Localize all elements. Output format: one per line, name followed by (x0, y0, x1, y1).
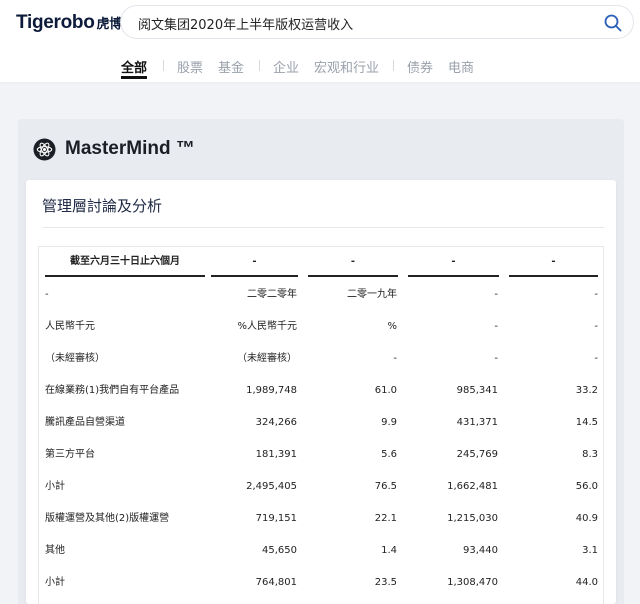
search-icon[interactable] (603, 13, 623, 33)
tab-ecommerce[interactable]: 电商 (448, 57, 474, 76)
tab-macro-industry[interactable]: 宏观和行业 (314, 57, 379, 76)
financial-table: 截至六月三十日止六個月 - - - - - 二零二零年 二零一九年 - - 人民… (38, 246, 604, 604)
table-cell: 1,308,470 (447, 577, 498, 588)
table-cell: 二零一九年 (347, 289, 397, 300)
table-cell: - (494, 353, 498, 364)
table-cell: 8.3 (582, 449, 598, 460)
tab-funds[interactable]: 基金 (218, 57, 244, 76)
table-cell: 44.0 (575, 577, 598, 588)
table-cell: 985,341 (456, 385, 498, 396)
table-cell: 5.6 (381, 449, 397, 460)
active-tab-indicator (121, 76, 147, 79)
table-cell: 764,801 (255, 577, 297, 588)
table-cell: - (594, 321, 598, 332)
tab-divider (393, 60, 394, 71)
brand-name: Tigerobo (16, 12, 95, 33)
search-input[interactable]: 阅文集团2020年上半年版权运营收入 (120, 5, 634, 39)
table-cell: 93,440 (463, 545, 498, 556)
table-cell: 431,371 (456, 417, 498, 428)
table-header: - (408, 247, 499, 277)
tab-bonds[interactable]: 债券 (407, 57, 433, 76)
table-cell: 719,151 (255, 513, 297, 524)
table-cell: 22.1 (374, 513, 397, 524)
table-cell: - (594, 289, 598, 300)
tab-stocks[interactable]: 股票 (177, 57, 203, 76)
table-cell: - (393, 353, 397, 364)
table-header: - (211, 247, 298, 277)
table-cell: 14.5 (575, 417, 598, 428)
table-cell: 其他 (45, 545, 65, 556)
table-header: - (308, 247, 398, 277)
table-cell: （未經審核） (237, 353, 297, 364)
result-panel: 管理層討論及分析 截至六月三十日止六個月 - - - - - 二零二零年 二零一… (26, 180, 616, 604)
top-header: Tigerobo 虎博 阅文集团2020年上半年版权运营收入 全部 股票 基金 企… (0, 0, 640, 82)
table-cell: %人民幣千元 (237, 321, 297, 332)
table-cell: - (494, 289, 498, 300)
table-cell: 56.0 (575, 481, 598, 492)
table-cell: 40.9 (575, 513, 598, 524)
table-cell: 9.9 (381, 417, 397, 428)
table-cell: 版權運營及其他(2)版權運營 (45, 513, 170, 524)
table-cell: 人民幣千元 (45, 321, 95, 332)
mastermind-card: MasterMind ™ 管理層討論及分析 截至六月三十日止六個月 - - - … (18, 119, 624, 604)
table-cell: （未經審核） (45, 353, 105, 364)
search-query[interactable]: 阅文集团2020年上半年版权运营收入 (138, 14, 353, 33)
brand-logo[interactable]: Tigerobo 虎博 (16, 12, 122, 34)
table-cell: 33.2 (575, 385, 598, 396)
table-cell: - (45, 289, 49, 300)
table-cell: % (387, 321, 397, 332)
table-header: - (509, 247, 598, 277)
atom-icon (33, 138, 56, 161)
table-cell: 3.1 (582, 545, 598, 556)
table-cell: 61.0 (374, 385, 397, 396)
table-cell: 2,495,405 (246, 481, 297, 492)
section-title: 管理層討論及分析 (42, 197, 163, 215)
tab-divider (259, 60, 260, 71)
table-cell: 騰訊產品自營渠道 (45, 417, 125, 428)
table-cell: 小計 (45, 577, 65, 588)
table-cell: 45,650 (262, 545, 297, 556)
brand-name-cn: 虎博 (96, 17, 123, 32)
table-cell: 二零二零年 (247, 289, 297, 300)
table-cell: 1,662,481 (447, 481, 498, 492)
table-cell: 1,215,030 (447, 513, 498, 524)
table-cell: 245,769 (456, 449, 498, 460)
table-header: 截至六月三十日止六個月 (45, 247, 205, 277)
table-cell: - (594, 353, 598, 364)
table-cell: - (494, 321, 498, 332)
mastermind-title: MasterMind ™ (65, 138, 195, 159)
table-cell: 76.5 (374, 481, 397, 492)
table-cell: 324,266 (255, 417, 297, 428)
table-cell: 在線業務(1)我們自有平台產品 (45, 385, 180, 396)
table-cell: 181,391 (255, 449, 297, 460)
section-divider (42, 227, 604, 228)
category-tabs: 全部 股票 基金 企业 宏观和行业 债券 电商 (0, 52, 640, 82)
table-cell: 23.5 (374, 577, 397, 588)
table-cell: 1,989,748 (246, 385, 297, 396)
table-cell: 1.4 (381, 545, 397, 556)
tab-divider (163, 60, 164, 71)
table-cell: 第三方平台 (45, 449, 95, 460)
tab-companies[interactable]: 企业 (273, 57, 299, 76)
table-cell: 小計 (45, 481, 65, 492)
tab-all[interactable]: 全部 (121, 57, 147, 76)
